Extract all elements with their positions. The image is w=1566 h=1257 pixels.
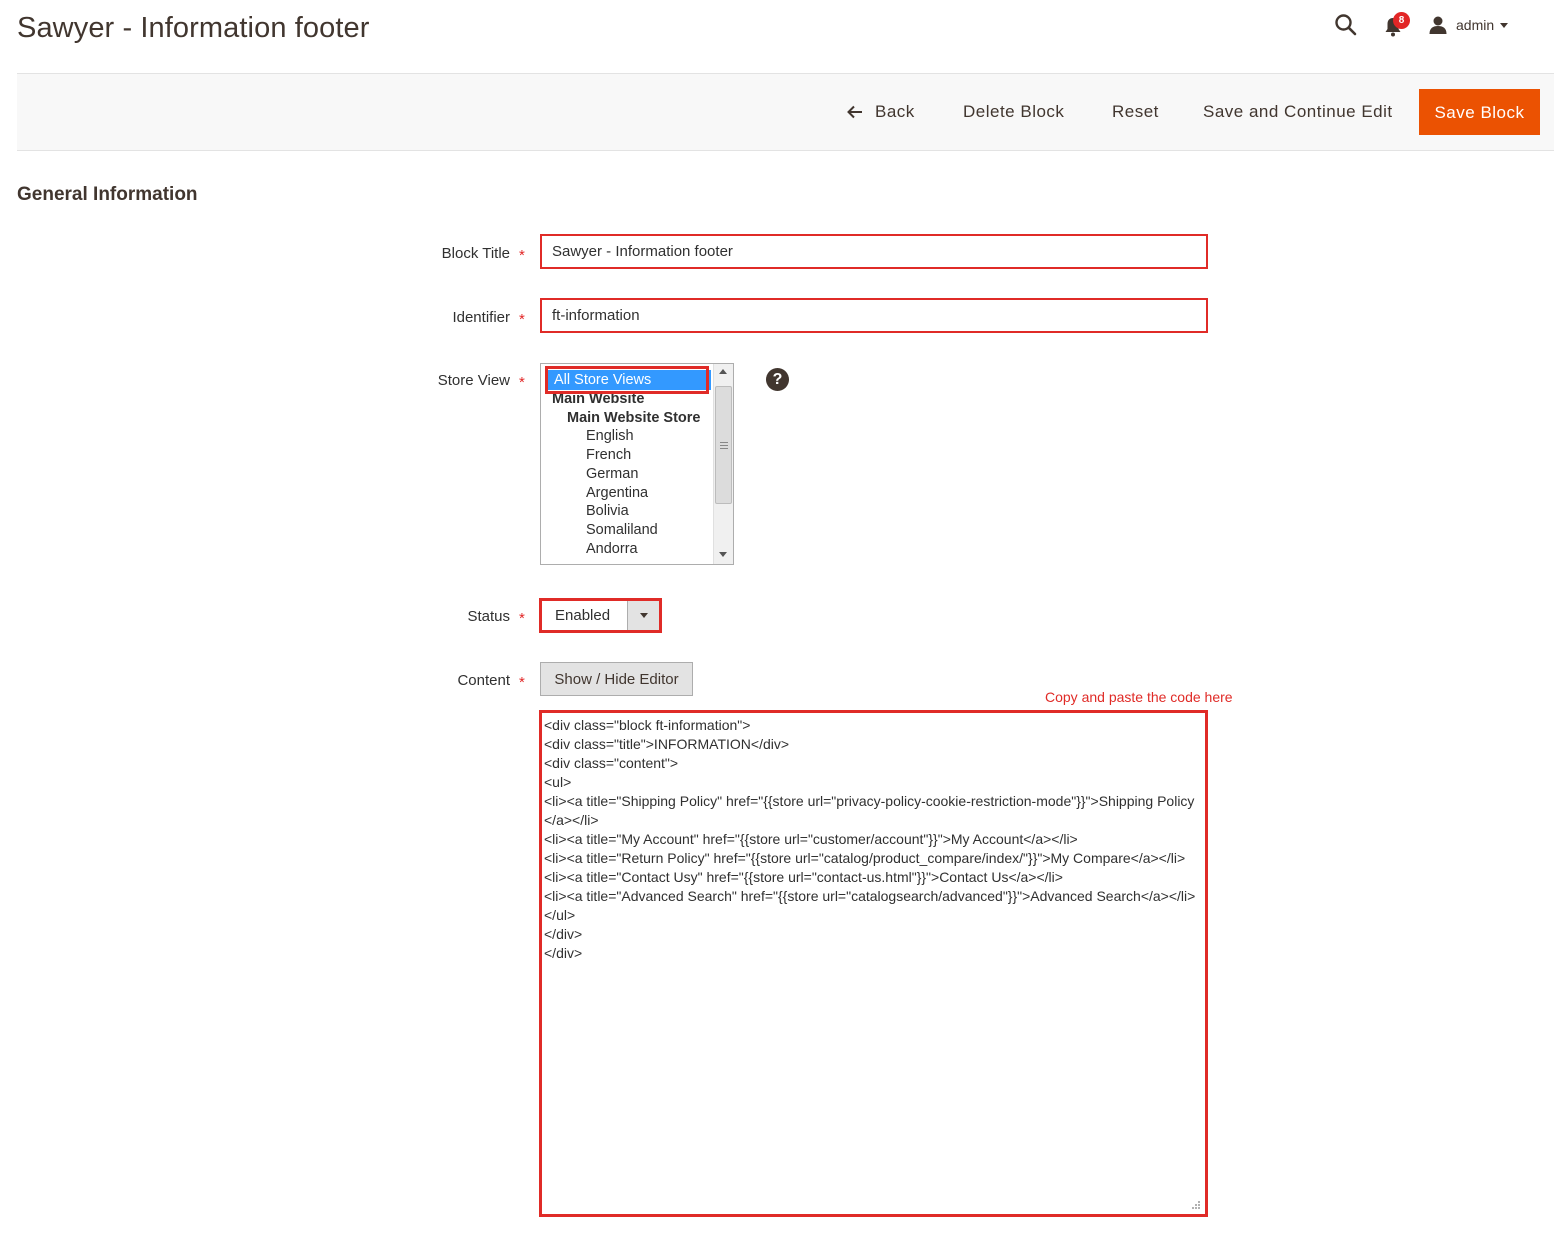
scroll-down-icon[interactable] [719, 552, 727, 557]
grip-line [720, 448, 728, 449]
scroll-thumb[interactable] [715, 386, 732, 504]
block-title-input[interactable]: Sawyer - Information footer [540, 234, 1208, 269]
grip-line [720, 445, 728, 446]
store-view-scrollbar[interactable] [713, 364, 733, 564]
selection-highlight-box [545, 366, 709, 394]
back-button[interactable]: Back [847, 89, 915, 135]
save-block-button[interactable]: Save Block [1419, 89, 1540, 135]
store-option[interactable]: German [586, 465, 638, 484]
required-marker: * [519, 674, 525, 691]
required-marker: * [519, 374, 525, 391]
user-name: admin [1456, 17, 1495, 33]
store-option[interactable]: Andorra [586, 540, 638, 559]
required-marker: * [519, 247, 525, 264]
block-title-label: Block Title [441, 245, 510, 262]
show-hide-editor-button[interactable]: Show / Hide Editor [540, 662, 693, 696]
delete-block-button[interactable]: Delete Block [963, 89, 1064, 135]
store-option[interactable]: Bolivia [586, 502, 629, 521]
notification-badge: 8 [1393, 12, 1410, 29]
identifier-label: Identifier [452, 309, 510, 326]
store-option[interactable]: Somaliland [586, 521, 658, 540]
scroll-up-icon[interactable] [719, 369, 727, 374]
notifications-button[interactable]: 8 [1384, 12, 1414, 39]
search-icon[interactable] [1334, 13, 1358, 37]
store-view-label: Store View [437, 372, 510, 389]
store-option[interactable]: French [586, 446, 631, 465]
required-marker: * [519, 311, 525, 328]
resize-handle-icon[interactable] [1191, 1200, 1201, 1210]
arrow-left-icon [847, 105, 862, 119]
chevron-down-icon [640, 613, 648, 618]
store-option[interactable]: English [586, 427, 634, 446]
status-dropdown-toggle[interactable] [627, 601, 659, 630]
store-option[interactable]: Main Website Store [567, 409, 700, 428]
user-icon [1429, 16, 1447, 34]
identifier-input[interactable]: ft-information [540, 298, 1208, 333]
content-label: Content [457, 672, 510, 689]
help-icon[interactable]: ? [766, 368, 789, 391]
required-marker: * [519, 610, 525, 627]
status-label: Status [467, 608, 510, 625]
grip-line [720, 442, 728, 443]
page-title: Sawyer - Information footer [17, 12, 370, 44]
user-menu[interactable]: admin [1428, 12, 1538, 38]
chevron-down-icon [1500, 22, 1509, 28]
save-and-continue-button[interactable]: Save and Continue Edit [1203, 89, 1393, 135]
page-actions-bar: Back Delete Block Reset Save and Continu… [17, 73, 1554, 151]
content-textarea[interactable]: <div class="block ft-information"> <div … [539, 710, 1208, 1217]
status-value: Enabled [555, 607, 611, 624]
section-title: General Information [17, 184, 198, 205]
status-select[interactable]: Enabled [539, 598, 662, 633]
store-option[interactable]: Argentina [586, 484, 648, 503]
reset-button[interactable]: Reset [1112, 89, 1159, 135]
back-label: Back [875, 102, 915, 121]
annotation-note: Copy and paste the code here [1045, 689, 1233, 705]
